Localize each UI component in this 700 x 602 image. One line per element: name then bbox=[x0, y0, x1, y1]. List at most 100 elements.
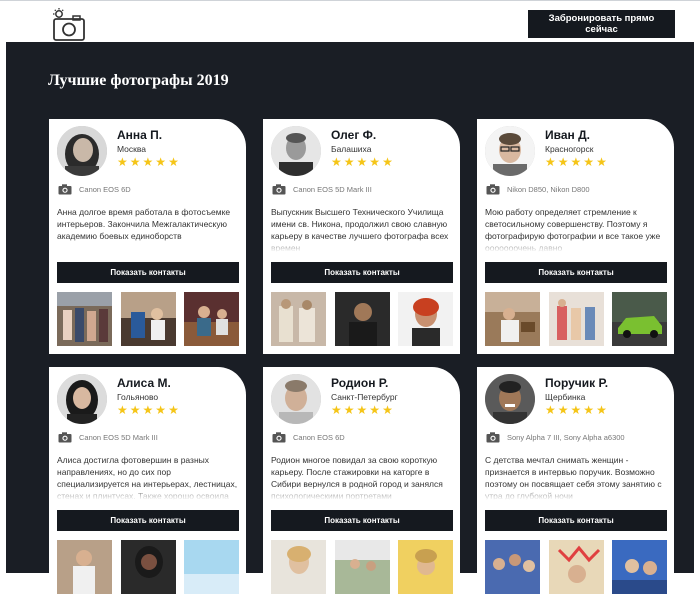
portfolio-photo[interactable] bbox=[334, 292, 390, 346]
portfolio-photo[interactable] bbox=[184, 540, 239, 594]
star-icon: ★ bbox=[155, 155, 167, 169]
photographer-name[interactable]: Алиса М. bbox=[117, 376, 171, 390]
photographer-card: Алиса М. Гольяново ★ ★ ★ ★ ★ Canon EOS 5D Ma… bbox=[49, 367, 246, 602]
portfolio-photo[interactable] bbox=[485, 540, 540, 594]
rating-stars: ★ ★ ★ ★ ★ bbox=[331, 156, 393, 168]
star-icon: ★ bbox=[117, 403, 128, 417]
rating-stars: ★ ★ ★ ★ ★ bbox=[545, 156, 607, 168]
rating-stars: ★ ★ ★ ★ ★ bbox=[545, 404, 607, 416]
star-icon: ★ bbox=[557, 403, 569, 417]
star-icon: ★ bbox=[168, 155, 179, 169]
portfolio-photo[interactable] bbox=[548, 292, 604, 346]
portfolio-photo[interactable] bbox=[334, 540, 390, 594]
star-icon: ★ bbox=[129, 155, 141, 169]
star-icon: ★ bbox=[343, 403, 355, 417]
show-contacts-button[interactable]: Показать контакты bbox=[485, 262, 667, 283]
photographer-card: Иван Д. Красногорск ★ ★ ★ ★ ★ Nikon D850, Ni… bbox=[477, 119, 674, 354]
star-icon: ★ bbox=[369, 155, 381, 169]
show-contacts-button[interactable]: Показать контакты bbox=[57, 262, 239, 283]
star-icon: ★ bbox=[382, 403, 393, 417]
camera-model: Canon EOS 5D Mark III bbox=[293, 185, 372, 194]
portfolio-photo[interactable] bbox=[57, 540, 112, 594]
photographer-card: Олег Ф. Балашиха ★ ★ ★ ★ ★ Canon EOS 5D Mark… bbox=[263, 119, 460, 354]
camera-model: Sony Alpha 7 III, Sony Alpha a6300 bbox=[507, 433, 625, 442]
star-icon: ★ bbox=[168, 403, 179, 417]
star-icon: ★ bbox=[142, 403, 154, 417]
portfolio-photo[interactable] bbox=[612, 540, 667, 594]
star-icon: ★ bbox=[117, 155, 128, 169]
portfolio-photo[interactable] bbox=[398, 292, 453, 346]
photographer-card: Поручик Р. Щербинка ★ ★ ★ ★ ★ Sony Alpha 7 I… bbox=[477, 367, 674, 602]
photographer-name[interactable]: Родион Р. bbox=[331, 376, 388, 390]
rating-stars: ★ ★ ★ ★ ★ bbox=[117, 404, 179, 416]
star-icon: ★ bbox=[155, 403, 167, 417]
star-icon: ★ bbox=[142, 155, 154, 169]
star-icon: ★ bbox=[343, 155, 355, 169]
portfolio-photo[interactable] bbox=[612, 292, 667, 346]
camera-icon bbox=[272, 432, 286, 443]
avatar[interactable] bbox=[271, 126, 321, 176]
star-icon: ★ bbox=[356, 403, 368, 417]
camera-model: Canon EOS 6D bbox=[293, 433, 345, 442]
camera-model: Canon EOS 6D bbox=[79, 185, 131, 194]
camera-model: Canon EOS 5D Mark III bbox=[79, 433, 158, 442]
bio-fade bbox=[485, 238, 667, 252]
camera-icon bbox=[58, 432, 72, 443]
portfolio-photo[interactable] bbox=[120, 540, 176, 594]
star-icon: ★ bbox=[596, 155, 607, 169]
avatar[interactable] bbox=[485, 374, 535, 424]
rating-stars: ★ ★ ★ ★ ★ bbox=[331, 404, 393, 416]
top-bar: Забронировать прямо сейчас bbox=[0, 0, 700, 43]
star-icon: ★ bbox=[331, 403, 342, 417]
section-title: Лучшие фотографы 2019 bbox=[48, 72, 229, 89]
photographer-city: Щербинка bbox=[545, 392, 586, 402]
rating-stars: ★ ★ ★ ★ ★ bbox=[117, 156, 179, 168]
photographer-city: Санкт-Петербург bbox=[331, 392, 398, 402]
avatar[interactable] bbox=[57, 126, 107, 176]
portfolio-photo[interactable] bbox=[184, 292, 239, 346]
photographer-city: Балашиха bbox=[331, 144, 372, 154]
bio-fade bbox=[485, 486, 667, 500]
star-icon: ★ bbox=[596, 403, 607, 417]
bio-fade bbox=[271, 486, 453, 500]
avatar[interactable] bbox=[485, 126, 535, 176]
star-icon: ★ bbox=[369, 403, 381, 417]
camera-icon bbox=[486, 184, 500, 195]
portfolio-photo[interactable] bbox=[398, 540, 453, 594]
camera-model: Nikon D850, Nikon D800 bbox=[507, 185, 590, 194]
avatar[interactable] bbox=[57, 374, 107, 424]
photographer-name[interactable]: Анна П. bbox=[117, 128, 162, 142]
bio-fade bbox=[57, 486, 239, 500]
portfolio-photo[interactable] bbox=[548, 540, 604, 594]
star-icon: ★ bbox=[545, 155, 556, 169]
photographer-name[interactable]: Поручик Р. bbox=[545, 376, 608, 390]
star-icon: ★ bbox=[557, 155, 569, 169]
photographer-card: Родион Р. Санкт-Петербург ★ ★ ★ ★ ★ Canon EO… bbox=[263, 367, 460, 602]
show-contacts-button[interactable]: Показать контакты bbox=[57, 510, 239, 531]
portfolio-thumbnails bbox=[57, 292, 239, 346]
star-icon: ★ bbox=[382, 155, 393, 169]
photographer-name[interactable]: Олег Ф. bbox=[331, 128, 376, 142]
star-icon: ★ bbox=[545, 403, 556, 417]
star-icon: ★ bbox=[570, 403, 582, 417]
photographer-name[interactable]: Иван Д. bbox=[545, 128, 590, 142]
camera-icon bbox=[58, 184, 72, 195]
portfolio-photo[interactable] bbox=[271, 540, 326, 594]
show-contacts-button[interactable]: Показать контакты bbox=[271, 510, 453, 531]
star-icon: ★ bbox=[129, 403, 141, 417]
portfolio-photo[interactable] bbox=[57, 292, 112, 346]
camera-icon bbox=[272, 184, 286, 195]
camera-icon bbox=[486, 432, 500, 443]
show-contacts-button[interactable]: Показать контакты bbox=[271, 262, 453, 283]
portfolio-thumbnails bbox=[485, 540, 667, 594]
portfolio-photo[interactable] bbox=[485, 292, 540, 346]
star-icon: ★ bbox=[331, 155, 342, 169]
star-icon: ★ bbox=[583, 403, 595, 417]
camera-logo-icon[interactable] bbox=[50, 7, 86, 43]
show-contacts-button[interactable]: Показать контакты bbox=[485, 510, 667, 531]
portfolio-photo[interactable] bbox=[271, 292, 326, 346]
avatar[interactable] bbox=[271, 374, 321, 424]
book-now-button[interactable]: Забронировать прямо сейчас bbox=[528, 10, 675, 38]
portfolio-photo[interactable] bbox=[120, 292, 176, 346]
photographer-city: Москва bbox=[117, 144, 147, 154]
